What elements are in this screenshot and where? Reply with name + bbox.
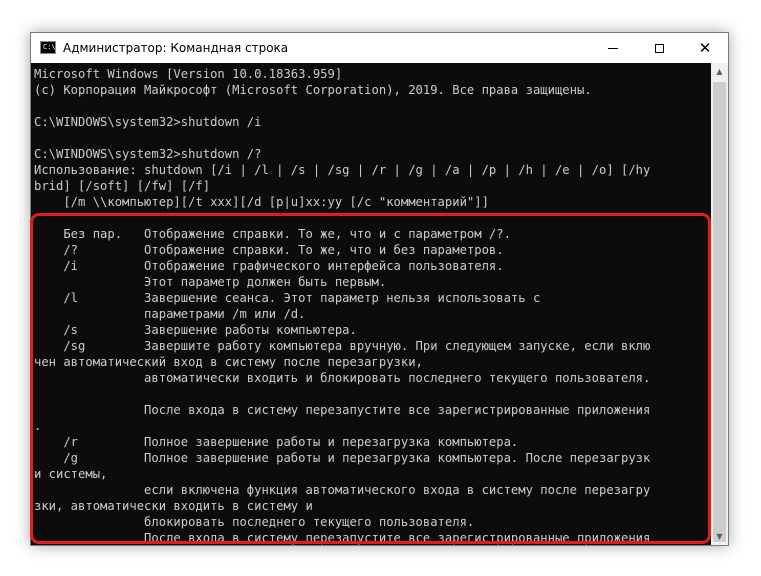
scroll-down-arrow-icon[interactable]: ▼: [711, 528, 728, 545]
console-line: чен автоматический вход в систему после …: [34, 355, 423, 369]
console-line: зки, автоматически входить в систему и: [34, 499, 313, 513]
maximize-icon: [654, 43, 664, 53]
cmd-app-icon-text: C:\: [43, 43, 56, 51]
console-line: если включена функция автоматического вх…: [34, 483, 651, 497]
console-line: /s Завершение работы компьютера.: [34, 323, 357, 337]
close-button[interactable]: ✕: [682, 33, 728, 63]
console-line: /g Полное завершение работы и перезагруз…: [34, 451, 651, 465]
window-title: Администратор: Командная строка: [63, 41, 289, 55]
console-line: Этот параметр должен быть первым.: [34, 275, 387, 289]
console-line: (c) Корпорация Майкрософт (Microsoft Cor…: [34, 83, 592, 97]
minimize-button[interactable]: [590, 33, 636, 63]
console-line: brid] [/soft] [/fw] [/f]: [34, 179, 211, 193]
console-line: После входа в систему перезапустите все …: [34, 531, 651, 545]
cmd-window: C:\ Администратор: Командная строка ✕ Mi…: [30, 32, 729, 546]
console-line: и системы,: [34, 467, 108, 481]
console-line: Без пар. Отображение справки. То же, что…: [34, 227, 511, 241]
console-line: C:\WINDOWS\system32>shutdown /?: [34, 147, 262, 161]
console-line: .: [34, 419, 42, 433]
console-line: параметрами /m или /d.: [34, 307, 306, 321]
scroll-up-arrow-icon[interactable]: ▲: [711, 63, 728, 80]
console-line: [/m \\компьютер][/t xxx][/d [p|u]xx:yy […: [34, 195, 489, 209]
close-icon: ✕: [698, 38, 712, 57]
console-line: /? Отображение справки. То же, что и без…: [34, 243, 504, 257]
minimize-icon: [608, 47, 618, 49]
console-line: блокировать последнего текущего пользова…: [34, 515, 475, 529]
console-output[interactable]: Microsoft Windows [Version 10.0.18363.95…: [31, 63, 711, 545]
console-line: C:\WINDOWS\system32>shutdown /i: [34, 115, 262, 129]
console-line: /l Завершение сеанса. Этот параметр нель…: [34, 291, 541, 305]
console-line: Microsoft Windows [Version 10.0.18363.95…: [34, 67, 343, 81]
maximize-button[interactable]: [636, 33, 682, 63]
console-line: /r Полное завершение работы и перезагруз…: [34, 435, 519, 449]
scrollbar-thumb[interactable]: [713, 82, 726, 542]
console-line: Использование: shutdown [/i | /l | /s | …: [34, 163, 651, 177]
console-line: /i Отображение графического интерфейса п…: [34, 259, 504, 273]
cmd-app-icon: C:\: [40, 41, 56, 54]
title-bar[interactable]: C:\ Администратор: Командная строка ✕: [31, 33, 728, 63]
console-line: /sg Завершите работу компьютера вручную.…: [34, 339, 651, 353]
console-line: автоматически входить и блокировать посл…: [34, 371, 651, 385]
vertical-scrollbar[interactable]: ▲ ▼: [711, 63, 728, 545]
console-line: После входа в систему перезапустите все …: [34, 403, 651, 417]
